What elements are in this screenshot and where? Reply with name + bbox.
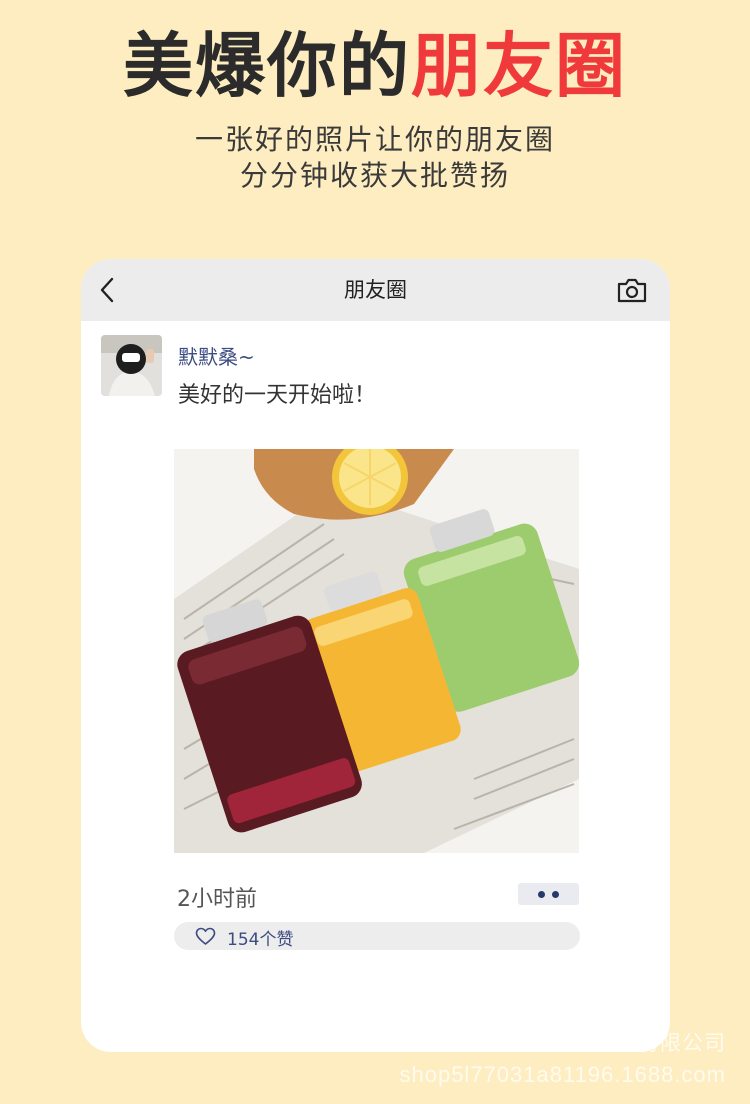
moments-screen: 朋友圈 默默桑~ 美好的一天开始啦！ 2小时前 154个赞 [81,259,670,1052]
likes-count[interactable]: 154个赞 [227,925,293,950]
username[interactable]: 默默桑~ [178,341,255,370]
watermark-url: shop5l77031a81196.1688.com [399,1062,726,1087]
headline-part2: 朋友圈 [411,25,627,107]
likes-bar: 154个赞 [174,922,580,950]
more-button[interactable] [518,883,579,905]
camera-icon[interactable] [616,276,648,304]
navigation-bar: 朋友圈 [81,259,670,321]
more-dot [538,891,545,898]
headline-part1: 美爆你的 [123,25,411,107]
heart-icon[interactable] [195,927,216,946]
more-dot [552,891,559,898]
subtitle-line1: 一张好的照片让你的朋友圈 [194,123,555,156]
watermark-company: 徐州福拉尔包装制品有限公司 [440,1032,726,1055]
nav-title: 朋友圈 [344,278,407,302]
post-text: 美好的一天开始啦！ [178,383,377,408]
avatar[interactable] [101,335,162,396]
headline: 美爆你的朋友圈 [0,26,750,106]
subtitle-line2: 分分钟收获大批赞扬 [239,159,510,192]
post-photo[interactable] [174,449,579,853]
post-time: 2小时前 [177,887,257,912]
